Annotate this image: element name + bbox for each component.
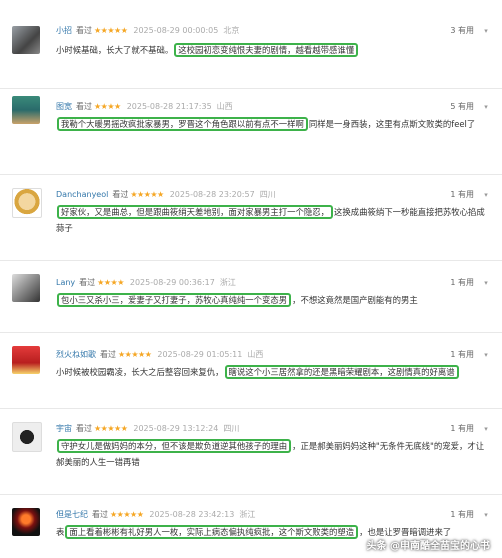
username[interactable]: Lany — [56, 278, 75, 287]
watched-label: 看过 — [76, 424, 92, 433]
watermark: 头条 @申南酷全苗宝的心书 — [366, 541, 490, 552]
location: 浙江 — [239, 510, 256, 519]
star-rating: ★★★★★ — [118, 350, 152, 359]
review-meta: 但是七纪 看过 ★★★★★ 2025-08-28 23:42:13 浙江 — [56, 508, 255, 522]
highlighted-text: 守护女儿是做妈妈的本分，但不该是欺负道逆其他孩子的理由 — [57, 439, 292, 453]
timestamp: 2025-08-29 01:05:11 — [157, 350, 243, 359]
watched-label: 看过 — [92, 510, 108, 519]
chevron-down-icon[interactable]: ▾ — [482, 279, 490, 287]
location: 四川 — [259, 190, 276, 199]
highlighted-text: 这校园初恋变纯恨夫妻的剧情，越看越带感谁懂 — [174, 43, 359, 57]
location: 北京 — [223, 26, 240, 35]
avatar[interactable] — [12, 96, 40, 124]
divider — [0, 494, 502, 495]
useful-count[interactable]: 1 有用 — [450, 188, 474, 202]
review-item: 宇宙 看过 ★★★★★ 2025-08-29 13:12:24 四川 1 有用 ▾ 守护… — [0, 418, 502, 478]
star-rating: ★★★★★ — [94, 26, 128, 35]
star-rating: ★★★★ — [97, 278, 124, 287]
highlighted-text: 瞎说这个小三居然拿的还是黑暗荣耀剧本，这剧情真的好离谱 — [224, 365, 459, 379]
avatar[interactable] — [12, 274, 40, 302]
avatar[interactable] — [12, 26, 40, 54]
watched-label: 看过 — [112, 190, 129, 199]
highlighted-text: 面上看着彬彬有礼好男人一枚，实际上病态偏执纯疯批，这个斯文败类的塑造 — [65, 525, 359, 539]
location: 山西 — [247, 350, 264, 359]
review-item: Danchanyeol 看过 ★★★★★ 2025-08-28 23:20:57 四川 … — [0, 184, 502, 244]
star-rating: ★★★★★ — [110, 510, 144, 519]
useful-count[interactable]: 5 有用 — [450, 100, 474, 114]
review-item: 小招 看过 ★★★★★ 2025-08-29 00:00:05 北京 3 有用 ▾ 小时… — [0, 18, 502, 74]
review-item: 图宽 看过 ★★★★ 2025-08-28 21:17:35 山西 5 有用 ▾ 我勒个… — [0, 96, 502, 166]
useful-count[interactable]: 3 有用 — [450, 24, 474, 38]
review-content: 我勒个大暖男摇改疯批家暴男，罗晋这个角色跟以前有点不一样啊 同样是一身西装，这里有… — [56, 116, 486, 132]
chevron-down-icon[interactable]: ▾ — [482, 351, 490, 359]
review-text: 小时候基础，长大了就不基础。 — [56, 45, 174, 55]
review-content: 包小三又杀小三，爱妻子又打妻子，苏牧心真纯纯一个变态男 ，不想这竟然是国产剧能有的… — [56, 292, 486, 308]
star-rating: ★★★★ — [94, 102, 121, 111]
review-meta: 宇宙 看过 ★★★★★ 2025-08-29 13:12:24 四川 — [56, 422, 239, 436]
timestamp: 2025-08-28 21:17:35 — [126, 102, 212, 111]
review-meta: 烈火ね如歌 看过 ★★★★★ 2025-08-29 01:05:11 山西 — [56, 348, 263, 362]
timestamp: 2025-08-29 00:00:05 — [133, 26, 219, 35]
avatar[interactable] — [12, 188, 42, 218]
divider — [0, 174, 502, 175]
highlighted-text: 好家伙，又是曲总，但是跟曲筱绡天差地别，面对家暴男主打一个隐忍， — [57, 205, 333, 219]
username[interactable]: 宇宙 — [56, 424, 72, 433]
review-item: 烈火ね如歌 看过 ★★★★★ 2025-08-29 01:05:11 山西 1 有用 ▾… — [0, 342, 502, 392]
username[interactable]: 烈火ね如歌 — [56, 350, 96, 359]
timestamp: 2025-08-29 00:36:17 — [129, 278, 215, 287]
review-content: 好家伙，又是曲总，但是跟曲筱绡天差地别，面对家暴男主打一个隐忍， 这换成曲筱绡下一… — [56, 204, 486, 236]
useful-count[interactable]: 1 有用 — [450, 276, 474, 290]
chevron-down-icon[interactable]: ▾ — [482, 191, 490, 199]
timestamp: 2025-08-29 13:12:24 — [133, 424, 219, 433]
watched-label: 看过 — [100, 350, 116, 359]
useful-count[interactable]: 1 有用 — [450, 348, 474, 362]
review-meta: Danchanyeol 看过 ★★★★★ 2025-08-28 23:20:57 四川 — [56, 188, 276, 202]
review-item: Lany 看过 ★★★★ 2025-08-29 00:36:17 浙江 1 有用 ▾ 包… — [0, 270, 502, 320]
location: 四川 — [223, 424, 240, 433]
useful-count[interactable]: 1 有用 — [450, 422, 474, 436]
review-text: 小时候被校园霸凌，长大之后整容回来复仇， — [56, 367, 224, 377]
review-meta: 图宽 看过 ★★★★ 2025-08-28 21:17:35 山西 — [56, 100, 233, 114]
review-text: ，也是让罗晋暗调进来了 — [359, 527, 452, 537]
divider — [0, 88, 502, 89]
review-text: 同样是一身西装，这里有点斯文败类的feel了 — [308, 119, 476, 129]
divider — [0, 260, 502, 261]
star-rating: ★★★★★ — [130, 190, 164, 199]
avatar[interactable] — [12, 346, 40, 374]
username[interactable]: Danchanyeol — [56, 190, 108, 199]
review-meta: 小招 看过 ★★★★★ 2025-08-29 00:00:05 北京 — [56, 24, 239, 38]
avatar[interactable] — [12, 422, 42, 452]
timestamp: 2025-08-28 23:42:13 — [149, 510, 235, 519]
avatar[interactable] — [12, 508, 40, 536]
divider — [0, 408, 502, 409]
review-text: ，不想这竟然是国产剧能有的男主 — [292, 295, 418, 305]
divider — [0, 332, 502, 333]
review-content: 守护女儿是做妈妈的本分，但不该是欺负道逆其他孩子的理由 ，正是郝美丽妈妈这种"无条… — [56, 438, 486, 470]
highlighted-text: 包小三又杀小三，爱妻子又打妻子，苏牧心真纯纯一个变态男 — [57, 293, 292, 307]
username[interactable]: 图宽 — [56, 102, 72, 111]
watched-label: 看过 — [76, 26, 92, 35]
useful-count[interactable]: 1 有用 — [450, 508, 474, 522]
star-rating: ★★★★★ — [94, 424, 128, 433]
chevron-down-icon[interactable]: ▾ — [482, 425, 490, 433]
timestamp: 2025-08-28 23:20:57 — [169, 190, 255, 199]
chevron-down-icon[interactable]: ▾ — [482, 511, 490, 519]
location: 浙江 — [219, 278, 236, 287]
username[interactable]: 但是七纪 — [56, 510, 88, 519]
location: 山西 — [216, 102, 233, 111]
chevron-down-icon[interactable]: ▾ — [482, 103, 490, 111]
chevron-down-icon[interactable]: ▾ — [482, 27, 490, 35]
highlighted-text: 我勒个大暖男摇改疯批家暴男，罗晋这个角色跟以前有点不一样啊 — [57, 117, 308, 131]
watched-label: 看过 — [76, 102, 92, 111]
review-meta: Lany 看过 ★★★★ 2025-08-29 00:36:17 浙江 — [56, 276, 236, 290]
review-content: 小时候基础，长大了就不基础。 这校园初恋变纯恨夫妻的剧情，越看越带感谁懂 — [56, 42, 486, 58]
watched-label: 看过 — [79, 278, 96, 287]
review-text: 表 — [56, 527, 65, 537]
review-content: 小时候被校园霸凌，长大之后整容回来复仇， 瞎说这个小三居然拿的还是黑暗荣耀剧本，这… — [56, 364, 486, 380]
username[interactable]: 小招 — [56, 26, 72, 35]
